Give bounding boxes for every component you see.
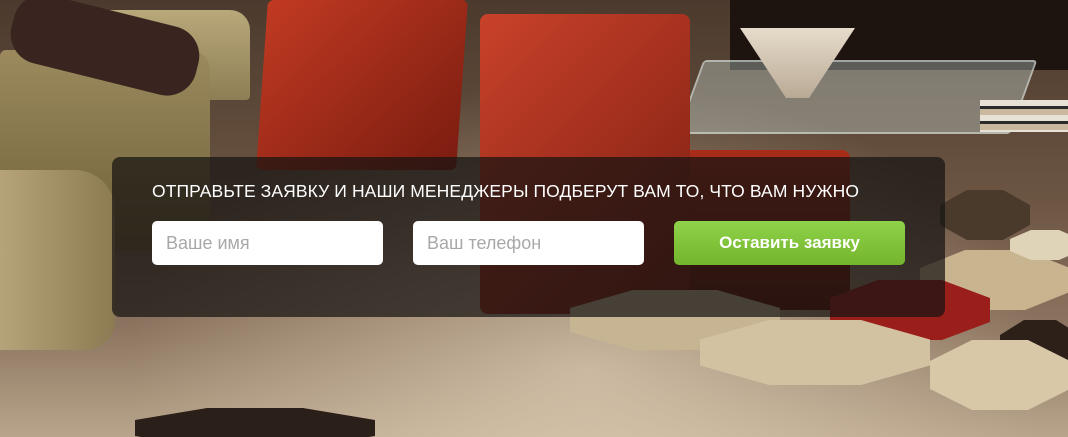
armchair-left [0,170,115,350]
red-armchair-back [256,0,468,170]
submit-request-button[interactable]: Оставить заявку [674,221,905,265]
floor-rug-tile [700,320,930,385]
lead-form-panel: ОТПРАВЬТЕ ЗАЯВКУ И НАШИ МЕНЕДЖЕРЫ ПОДБЕР… [112,157,945,317]
lead-form-headline: ОТПРАВЬТЕ ЗАЯВКУ И НАШИ МЕНЕДЖЕРЫ ПОДБЕР… [152,181,860,201]
floor-rug-tile [940,190,1030,240]
phone-input[interactable] [413,221,644,265]
stacked-books [980,100,1068,132]
name-input[interactable] [152,221,383,265]
